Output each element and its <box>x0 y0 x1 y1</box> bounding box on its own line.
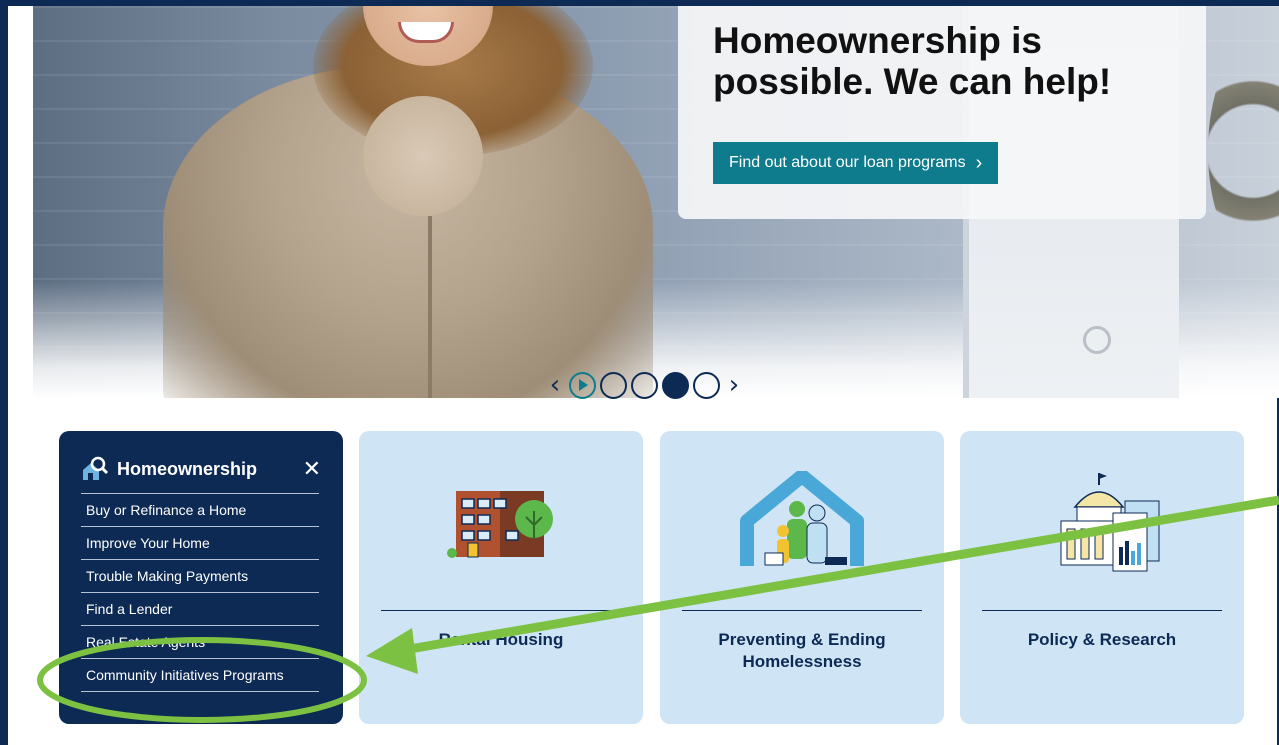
menu-header: Homeownership ✕ <box>81 453 321 485</box>
card-divider <box>682 610 922 611</box>
rental-housing-card[interactable]: Rental Housing <box>359 431 643 724</box>
menu-item-find-lender[interactable]: Find a Lender <box>81 593 319 626</box>
menu-item-real-estate-agents[interactable]: Real Estate Agents <box>81 626 319 659</box>
carousel-prev-button[interactable]: ‹ <box>545 370 565 400</box>
menu-item-buy-refinance[interactable]: Buy or Refinance a Home <box>81 494 319 527</box>
door-knob <box>1083 326 1111 354</box>
card-divider <box>381 610 621 611</box>
family-shelter-icon <box>740 471 864 566</box>
apartment-building-icon <box>447 491 553 558</box>
menu-title: Homeownership <box>117 458 258 479</box>
coat-zipper <box>428 216 432 398</box>
menu-item-community-initiatives[interactable]: Community Initiatives Programs <box>81 659 319 692</box>
home-search-icon <box>83 456 109 480</box>
carousel-controls: ‹ › <box>545 368 744 402</box>
play-icon <box>579 379 588 391</box>
carousel-next-button[interactable]: › <box>724 370 744 400</box>
policy-research-card[interactable]: Policy & Research <box>960 431 1244 724</box>
carousel-dot-1[interactable] <box>600 371 627 399</box>
chevron-right-icon: › <box>975 151 983 174</box>
carousel-dot-2[interactable] <box>631 371 658 399</box>
woman-sweater <box>363 96 483 216</box>
rental-housing-label: Rental Housing <box>438 630 564 649</box>
menu-list: Buy or Refinance a Home Improve Your Hom… <box>81 493 319 692</box>
menu-item-trouble-payments[interactable]: Trouble Making Payments <box>81 560 319 593</box>
card-divider <box>982 610 1222 611</box>
homelessness-label: Preventing & Ending Homelessness <box>718 630 886 671</box>
hero-headline: Homeownership is possible. We can help! <box>713 20 1112 102</box>
capitol-report-icon <box>1060 473 1160 572</box>
menu-item-improve-home[interactable]: Improve Your Home <box>81 527 319 560</box>
hero-promo-box: Homeownership is possible. We can help! … <box>678 6 1206 219</box>
homeownership-menu-card: Homeownership ✕ Buy or Refinance a Home … <box>59 431 343 724</box>
loan-programs-button[interactable]: Find out about our loan programs › <box>713 142 999 184</box>
carousel-dot-3[interactable] <box>662 371 689 399</box>
carousel-play-button[interactable] <box>569 371 596 399</box>
close-icon[interactable]: ✕ <box>303 457 321 482</box>
policy-research-label: Policy & Research <box>1027 630 1177 649</box>
carousel-dot-4[interactable] <box>693 371 720 399</box>
homelessness-card[interactable]: Preventing & Ending Homelessness <box>660 431 944 724</box>
loan-programs-button-label: Find out about our loan programs <box>729 154 966 171</box>
